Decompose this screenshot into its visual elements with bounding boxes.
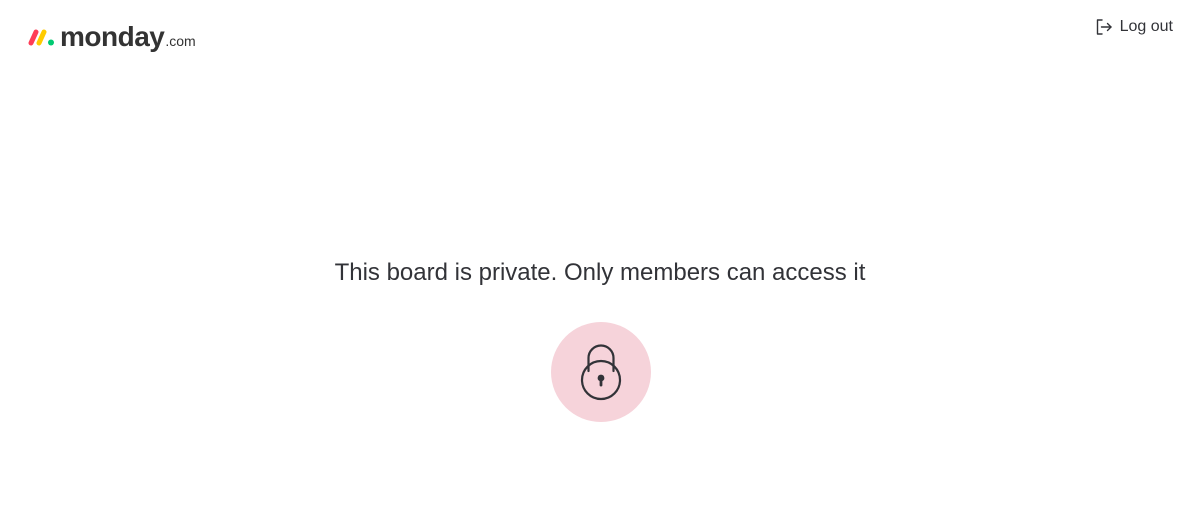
lock-icon [580,344,622,401]
monday-logo[interactable]: monday .com [28,18,196,52]
logo-suffix: .com [165,33,196,49]
private-board-message: This board is private. Only members can … [334,259,866,286]
lock-badge [551,322,651,422]
private-board-page: monday .com Log out This board is privat… [0,0,1200,506]
logout-icon [1096,19,1112,35]
logo-wordmark: monday [60,21,165,52]
logout-label: Log out [1119,18,1173,35]
logout-button[interactable]: Log out [1095,16,1173,38]
monday-logo-mark-icon [28,29,54,46]
